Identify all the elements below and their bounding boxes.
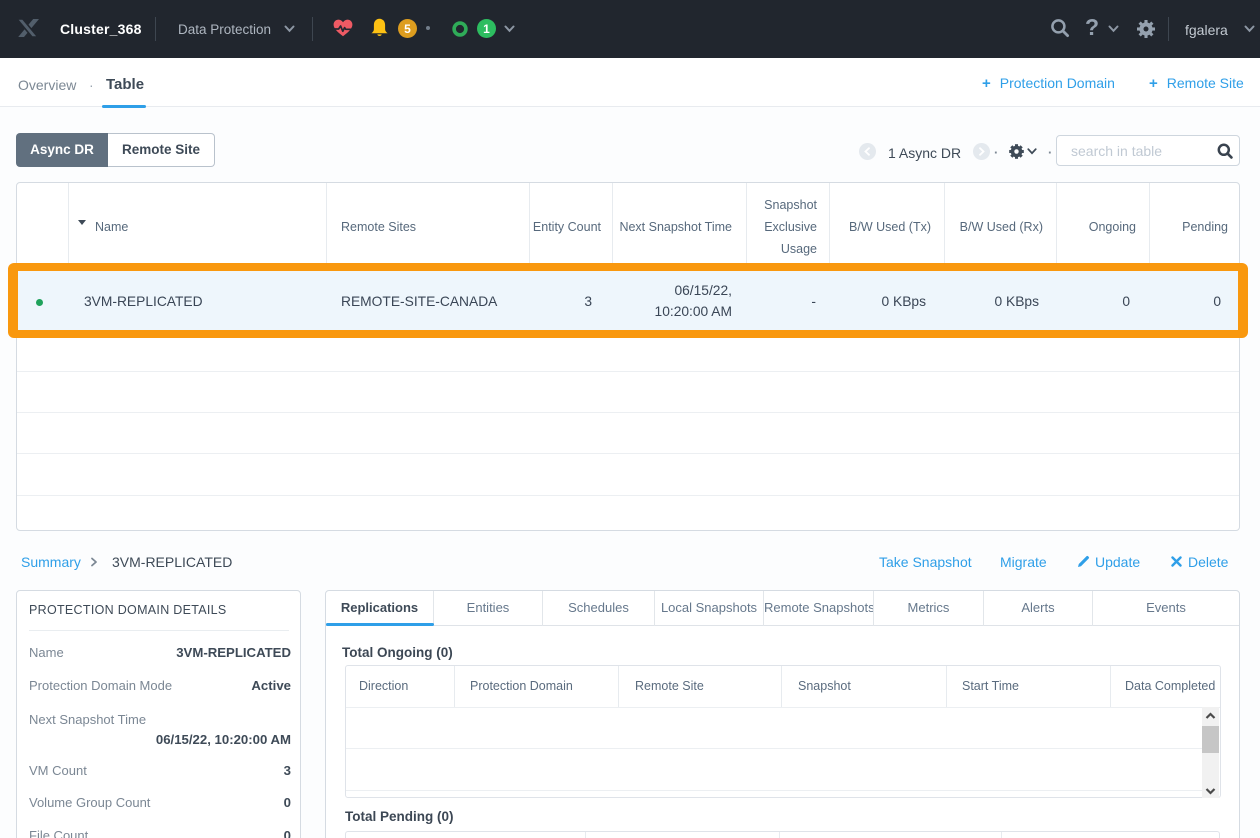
- svg-text:5: 5: [404, 22, 411, 36]
- svg-text:1: 1: [483, 22, 490, 36]
